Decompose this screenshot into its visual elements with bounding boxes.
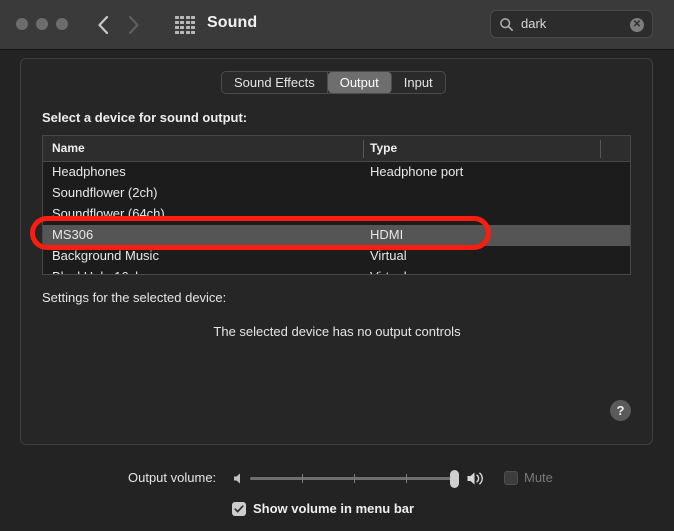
device-name: MS306	[52, 227, 94, 242]
slider-thumb[interactable]	[450, 470, 459, 488]
show-volume-checkbox[interactable]	[232, 502, 246, 516]
traffic-lights	[16, 18, 68, 30]
volume-slider[interactable]	[250, 470, 459, 488]
table-body: Headphones Headphone port Soundflower (2…	[43, 162, 630, 274]
mute-checkbox[interactable]	[504, 471, 518, 485]
table-row[interactable]: Background Music Virtual	[43, 246, 630, 267]
device-type: Virtual	[370, 248, 407, 263]
page-title: Sound	[207, 14, 258, 31]
device-name: Soundflower (64ch)	[52, 206, 165, 221]
search-icon	[499, 17, 514, 32]
column-header-type[interactable]: Type	[370, 141, 397, 155]
window-toolbar: Sound ✕	[0, 0, 674, 50]
device-name: Background Music	[52, 248, 159, 263]
device-name: BlackHole 16ch	[52, 269, 142, 274]
table-row-selected[interactable]: MS306 HDMI	[43, 225, 630, 246]
column-header-name[interactable]: Name	[52, 141, 85, 155]
column-divider[interactable]	[363, 140, 364, 158]
device-type: Virtual	[370, 269, 407, 274]
table-header-row: Name Type	[43, 136, 630, 162]
device-type: Headphone port	[370, 164, 464, 179]
show-volume-row: Show volume in menu bar	[0, 500, 674, 520]
table-row[interactable]: BlackHole 16ch Virtual	[43, 267, 630, 274]
device-table[interactable]: Name Type Headphones Headphone port Soun…	[42, 135, 631, 275]
no-output-controls-message: The selected device has no output contro…	[213, 324, 461, 339]
output-volume-row: Output volume: Mute	[0, 467, 674, 491]
search-field[interactable]: ✕	[490, 10, 653, 38]
select-device-label: Select a device for sound output:	[42, 110, 248, 125]
table-row[interactable]: Soundflower (64ch)	[43, 204, 630, 225]
help-button[interactable]: ?	[610, 400, 631, 421]
slider-tick	[302, 474, 303, 483]
back-button[interactable]	[94, 12, 112, 38]
navigation-arrows	[94, 12, 143, 38]
mute-label: Mute	[524, 470, 553, 485]
tab-output[interactable]: Output	[327, 72, 392, 93]
device-type: HDMI	[370, 227, 404, 242]
tab-sound-effects[interactable]: Sound Effects	[222, 72, 328, 93]
speaker-high-icon	[466, 470, 487, 487]
speaker-low-icon	[232, 471, 247, 486]
settings-label: Settings for the selected device:	[42, 290, 227, 305]
table-row[interactable]: Soundflower (2ch)	[43, 183, 630, 204]
column-divider[interactable]	[600, 140, 601, 158]
show-volume-label: Show volume in menu bar	[253, 501, 415, 516]
device-name: Soundflower (2ch)	[52, 185, 158, 200]
close-button[interactable]	[16, 18, 28, 30]
slider-tick	[354, 474, 355, 483]
grid-icon[interactable]	[175, 16, 195, 34]
device-name: Headphones	[52, 164, 126, 179]
output-volume-label: Output volume:	[128, 470, 217, 485]
zoom-button[interactable]	[56, 18, 68, 30]
clear-search-icon[interactable]: ✕	[630, 18, 644, 32]
tab-input[interactable]: Input	[392, 72, 445, 93]
minimize-button[interactable]	[36, 18, 48, 30]
sound-preferences-window: Sound ✕ Sound Effects Output Input Selec…	[0, 0, 674, 531]
tab-bar: Sound Effects Output Input	[221, 71, 446, 94]
table-row[interactable]: Headphones Headphone port	[43, 162, 630, 183]
forward-button[interactable]	[125, 12, 143, 38]
slider-tick	[406, 474, 407, 483]
search-input[interactable]	[521, 16, 626, 31]
